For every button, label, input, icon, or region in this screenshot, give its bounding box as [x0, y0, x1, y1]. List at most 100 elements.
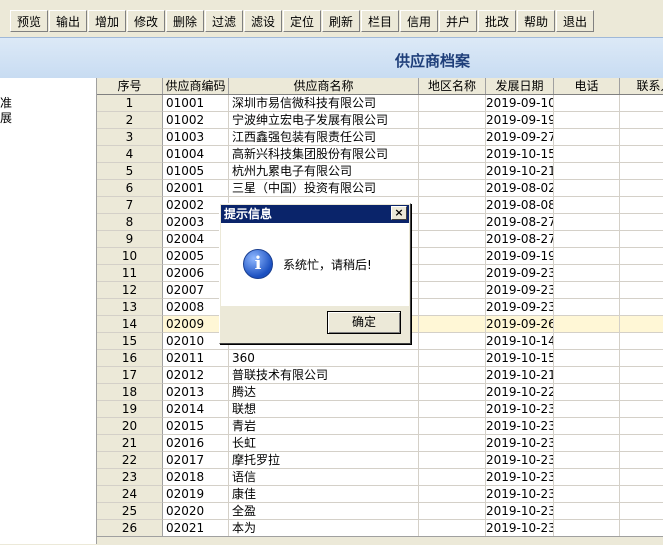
filter-settings-button[interactable]: 滤设: [244, 10, 282, 32]
cell-contact[interactable]: [620, 129, 663, 146]
cell-seq[interactable]: 1: [97, 95, 163, 112]
cell-supplier-code[interactable]: 02017: [163, 452, 229, 469]
cell-dev-date[interactable]: 2019-10-14: [486, 333, 554, 350]
cell-dev-date[interactable]: 2019-10-23: [486, 469, 554, 486]
cell-region[interactable]: [419, 299, 486, 316]
cell-region[interactable]: [419, 367, 486, 384]
cell-seq[interactable]: 8: [97, 214, 163, 231]
cell-region[interactable]: [419, 333, 486, 350]
columns-button[interactable]: 栏目: [361, 10, 399, 32]
cell-region[interactable]: [419, 520, 486, 537]
table-row[interactable]: 6 02001 三星（中国）投资有限公司 2019-08-02: [97, 180, 663, 197]
cell-seq[interactable]: 26: [97, 520, 163, 537]
cell-contact[interactable]: [620, 146, 663, 163]
cell-seq[interactable]: 16: [97, 350, 163, 367]
cell-phone[interactable]: [554, 95, 620, 112]
cell-dev-date[interactable]: 2019-09-27: [486, 129, 554, 146]
cell-supplier-code[interactable]: 02019: [163, 486, 229, 503]
cell-contact[interactable]: [620, 333, 663, 350]
cell-contact[interactable]: [620, 367, 663, 384]
header-phone[interactable]: 电话: [554, 78, 620, 94]
add-button[interactable]: 增加: [88, 10, 126, 32]
table-row[interactable]: 25 02020 全盈 2019-10-23: [97, 503, 663, 520]
table-row[interactable]: 22 02017 摩托罗拉 2019-10-23: [97, 452, 663, 469]
cell-dev-date[interactable]: 2019-10-21: [486, 367, 554, 384]
cell-phone[interactable]: [554, 214, 620, 231]
cell-region[interactable]: [419, 316, 486, 333]
cell-phone[interactable]: [554, 384, 620, 401]
cell-supplier-code[interactable]: 01005: [163, 163, 229, 180]
cell-region[interactable]: [419, 503, 486, 520]
cell-supplier-name[interactable]: 摩托罗拉: [229, 452, 419, 469]
header-supplier-code[interactable]: 供应商编码: [163, 78, 229, 94]
cell-seq[interactable]: 18: [97, 384, 163, 401]
cell-region[interactable]: [419, 248, 486, 265]
cell-contact[interactable]: [620, 418, 663, 435]
cell-supplier-name[interactable]: 360: [229, 350, 419, 367]
cell-seq[interactable]: 3: [97, 129, 163, 146]
cell-dev-date[interactable]: 2019-10-23: [486, 503, 554, 520]
cell-phone[interactable]: [554, 163, 620, 180]
table-row[interactable]: 24 02019 康佳 2019-10-23: [97, 486, 663, 503]
cell-supplier-name[interactable]: 语信: [229, 469, 419, 486]
cell-seq[interactable]: 23: [97, 469, 163, 486]
cell-region[interactable]: [419, 197, 486, 214]
cell-region[interactable]: [419, 418, 486, 435]
cell-region[interactable]: [419, 435, 486, 452]
cell-supplier-name[interactable]: 江西鑫强包装有限责任公司: [229, 129, 419, 146]
cell-dev-date[interactable]: 2019-09-23: [486, 265, 554, 282]
cell-contact[interactable]: [620, 469, 663, 486]
cell-contact[interactable]: [620, 452, 663, 469]
cell-region[interactable]: [419, 469, 486, 486]
cell-dev-date[interactable]: 2019-10-15: [486, 350, 554, 367]
cell-region[interactable]: [419, 180, 486, 197]
merge-button[interactable]: 并户: [439, 10, 477, 32]
cell-phone[interactable]: [554, 333, 620, 350]
cell-seq[interactable]: 15: [97, 333, 163, 350]
cell-seq[interactable]: 5: [97, 163, 163, 180]
cell-phone[interactable]: [554, 180, 620, 197]
cell-seq[interactable]: 4: [97, 146, 163, 163]
cell-supplier-name[interactable]: 高新兴科技集团股份有限公司: [229, 146, 419, 163]
delete-button[interactable]: 删除: [166, 10, 204, 32]
cell-dev-date[interactable]: 2019-10-23: [486, 452, 554, 469]
ok-button[interactable]: 确定: [327, 311, 401, 334]
cell-supplier-code[interactable]: 02001: [163, 180, 229, 197]
cell-contact[interactable]: [620, 520, 663, 537]
cell-contact[interactable]: [620, 299, 663, 316]
cell-seq[interactable]: 11: [97, 265, 163, 282]
table-row[interactable]: 1 01001 深圳市易信微科技有限公司 2019-09-10: [97, 95, 663, 112]
cell-phone[interactable]: [554, 316, 620, 333]
table-row[interactable]: 23 02018 语信 2019-10-23: [97, 469, 663, 486]
cell-phone[interactable]: [554, 265, 620, 282]
cell-supplier-name[interactable]: 康佳: [229, 486, 419, 503]
cell-contact[interactable]: [620, 401, 663, 418]
cell-supplier-name[interactable]: 联想: [229, 401, 419, 418]
cell-dev-date[interactable]: 2019-09-23: [486, 282, 554, 299]
cell-dev-date[interactable]: 2019-10-15: [486, 146, 554, 163]
table-row[interactable]: 26 02021 本为 2019-10-23: [97, 520, 663, 537]
cell-supplier-name[interactable]: 普联技术有限公司: [229, 367, 419, 384]
cell-contact[interactable]: [620, 350, 663, 367]
table-row[interactable]: 19 02014 联想 2019-10-23: [97, 401, 663, 418]
cell-contact[interactable]: [620, 384, 663, 401]
cell-seq[interactable]: 13: [97, 299, 163, 316]
cell-phone[interactable]: [554, 197, 620, 214]
cell-region[interactable]: [419, 146, 486, 163]
cell-region[interactable]: [419, 350, 486, 367]
cell-phone[interactable]: [554, 435, 620, 452]
cell-region[interactable]: [419, 452, 486, 469]
cell-seq[interactable]: 2: [97, 112, 163, 129]
cell-region[interactable]: [419, 401, 486, 418]
table-row[interactable]: 3 01003 江西鑫强包装有限责任公司 2019-09-27: [97, 129, 663, 146]
table-row[interactable]: 18 02013 腾达 2019-10-22: [97, 384, 663, 401]
cell-contact[interactable]: [620, 180, 663, 197]
edit-button[interactable]: 修改: [127, 10, 165, 32]
cell-phone[interactable]: [554, 350, 620, 367]
cell-seq[interactable]: 6: [97, 180, 163, 197]
cell-supplier-name[interactable]: 腾达: [229, 384, 419, 401]
cell-phone[interactable]: [554, 299, 620, 316]
cell-region[interactable]: [419, 214, 486, 231]
cell-dev-date[interactable]: 2019-09-10: [486, 95, 554, 112]
left-tree-item[interactable]: 展: [0, 109, 12, 126]
